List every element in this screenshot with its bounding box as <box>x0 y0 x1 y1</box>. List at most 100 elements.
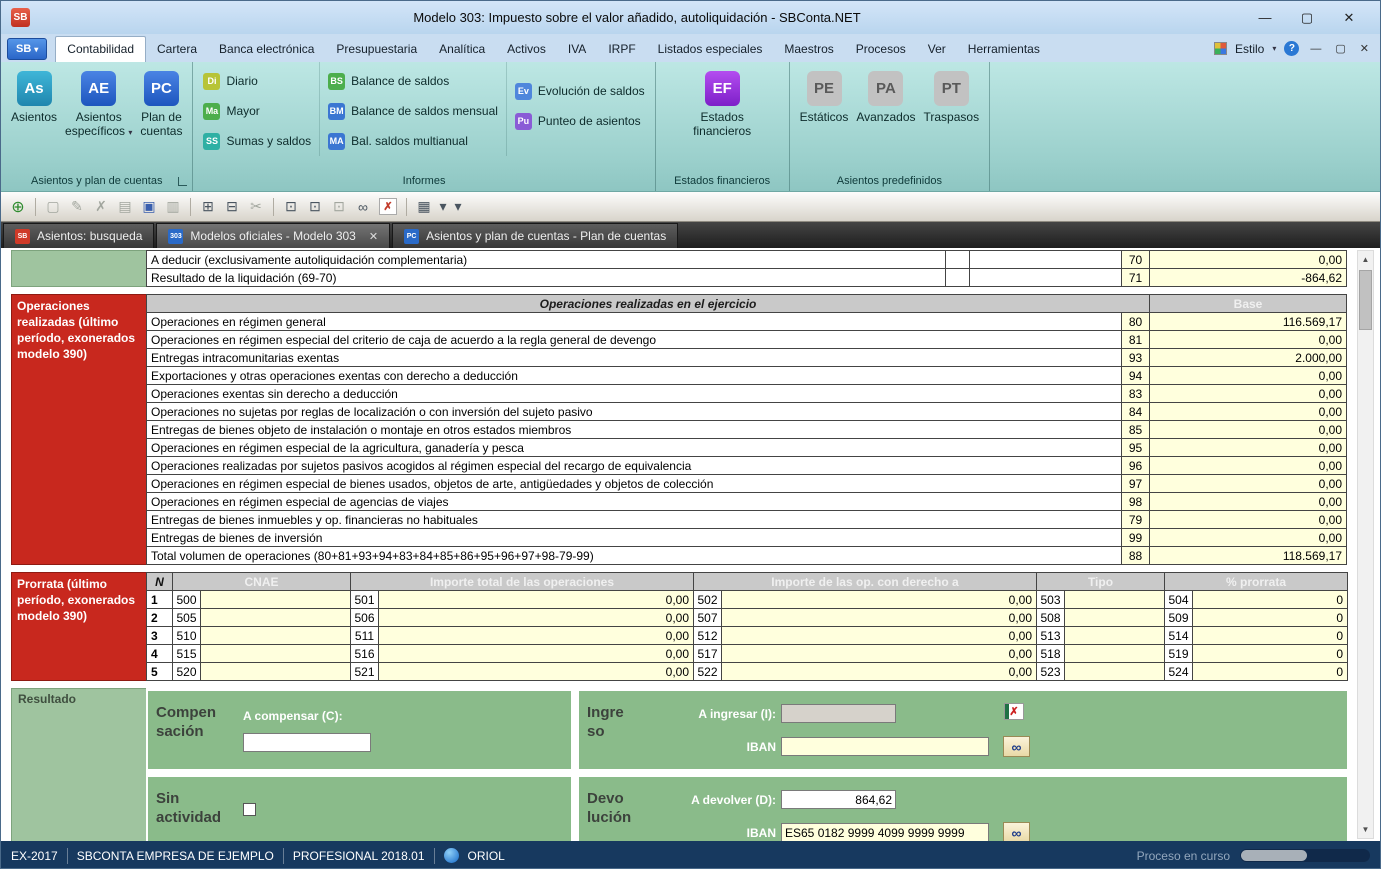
mdi-restore-button[interactable]: ▢ <box>1332 42 1348 55</box>
ribbon-button-estaticos[interactable]: PE Estáticos <box>796 66 853 124</box>
save-icon[interactable]: ▣ <box>138 196 160 218</box>
tipo-input[interactable] <box>1065 645 1165 663</box>
box-value[interactable]: -864,62 <box>1150 269 1347 287</box>
menu-tab-herramientas[interactable]: Herramientas <box>957 37 1051 62</box>
ribbon-button-evolucion-de-saldos[interactable]: Ev Evolución de saldos <box>507 76 653 106</box>
iban-input[interactable] <box>781 823 989 841</box>
box-value[interactable]: 0,00 <box>1150 331 1347 349</box>
importe-total-input[interactable]: 0,00 <box>379 645 694 663</box>
edit-record-icon[interactable]: ✎ <box>66 196 88 218</box>
document-icon[interactable]: ▥ <box>162 196 184 218</box>
search-binoculars-icon[interactable]: ∞ <box>1003 736 1030 757</box>
menu-tab-banca-electronica[interactable]: Banca electrónica <box>208 37 325 62</box>
menu-tab-iva[interactable]: IVA <box>557 37 597 62</box>
box-value[interactable]: 0,00 <box>1150 251 1347 269</box>
tipo-input[interactable] <box>1065 609 1165 627</box>
ribbon-button-punteo-de-asientos[interactable]: Pu Punteo de asientos <box>507 106 653 136</box>
layout-grid-icon[interactable]: ▦ <box>413 196 435 218</box>
app-menu-button[interactable]: SB ▾ <box>7 38 47 60</box>
a-devolver-input[interactable] <box>781 790 896 809</box>
window-close-button[interactable]: ✕ <box>1328 10 1370 26</box>
ribbon-button-diario[interactable]: Di Diario <box>195 66 319 96</box>
print-icon[interactable]: ⊡ <box>280 196 302 218</box>
menu-tab-listados-especiales[interactable]: Listados especiales <box>647 37 774 62</box>
cnae-input[interactable] <box>201 627 351 645</box>
scrollbar-thumb[interactable] <box>1359 270 1372 330</box>
box-value[interactable]: 0,00 <box>1150 385 1347 403</box>
box-value[interactable]: 116.569,17 <box>1150 313 1347 331</box>
style-button[interactable]: Estilo <box>1235 42 1264 56</box>
grid-dropdown-icon[interactable]: ▾ <box>437 196 449 218</box>
box-value[interactable]: 0,00 <box>1150 511 1347 529</box>
importe-derecho-input[interactable]: 0,00 <box>722 663 1037 681</box>
ribbon-button-asientos[interactable]: As Asientos <box>7 66 61 124</box>
importe-total-input[interactable]: 0,00 <box>379 609 694 627</box>
doc-tab-modelo-303[interactable]: 303 Modelos oficiales - Modelo 303 ✕ <box>156 223 390 248</box>
importe-derecho-input[interactable]: 0,00 <box>722 591 1037 609</box>
search-binoculars-icon[interactable]: ∞ <box>1003 822 1030 841</box>
ribbon-button-avanzados[interactable]: PA Avanzados <box>852 66 919 124</box>
menu-tab-ver[interactable]: Ver <box>917 37 957 62</box>
copy-icon[interactable]: ⊞ <box>197 196 219 218</box>
tipo-input[interactable] <box>1065 591 1165 609</box>
new-record-icon[interactable]: ▢ <box>42 196 64 218</box>
importe-total-input[interactable]: 0,00 <box>379 591 694 609</box>
help-icon[interactable]: ? <box>1284 41 1299 56</box>
excel-icon[interactable]: ✗ <box>1004 703 1024 720</box>
cnae-input[interactable] <box>201 609 351 627</box>
cnae-input[interactable] <box>201 663 351 681</box>
vertical-scrollbar[interactable]: ▲ ▼ <box>1357 250 1374 839</box>
dialog-launcher-icon[interactable] <box>178 177 187 186</box>
prorrata-input[interactable]: 0 <box>1193 609 1348 627</box>
ribbon-button-plan-de-cuentas[interactable]: PC Plan de cuentas <box>136 66 186 138</box>
menu-tab-cartera[interactable]: Cartera <box>146 37 208 62</box>
window-minimize-button[interactable]: — <box>1244 10 1286 26</box>
delete-record-icon[interactable]: ✗ <box>90 196 112 218</box>
card-view-icon[interactable]: ▤ <box>114 196 136 218</box>
scroll-up-icon[interactable]: ▲ <box>1358 251 1373 268</box>
menu-tab-maestros[interactable]: Maestros <box>773 37 844 62</box>
mdi-close-button[interactable]: ✕ <box>1357 42 1372 55</box>
close-icon[interactable]: ✕ <box>369 230 378 243</box>
box-value[interactable]: 0,00 <box>1150 475 1347 493</box>
box-value[interactable]: 0,00 <box>1150 493 1347 511</box>
scroll-down-icon[interactable]: ▼ <box>1358 821 1373 838</box>
prorrata-input[interactable]: 0 <box>1193 663 1348 681</box>
cut-icon[interactable]: ✂ <box>245 196 267 218</box>
search-binoculars-icon[interactable]: ∞ <box>352 196 374 218</box>
menu-tab-activos[interactable]: Activos <box>496 37 557 62</box>
add-icon[interactable]: ⊕ <box>7 196 29 218</box>
chevron-down-icon[interactable]: ▾ <box>1272 44 1276 53</box>
menu-tab-presupuestaria[interactable]: Presupuestaria <box>325 37 428 62</box>
prorrata-input[interactable]: 0 <box>1193 591 1348 609</box>
cnae-input[interactable] <box>201 591 351 609</box>
print-settings-icon[interactable]: ⊡ <box>304 196 326 218</box>
ribbon-button-traspasos[interactable]: PT Traspasos <box>920 66 984 124</box>
window-maximize-button[interactable]: ▢ <box>1286 10 1328 26</box>
prorrata-input[interactable]: 0 <box>1193 645 1348 663</box>
menu-tab-contabilidad[interactable]: Contabilidad <box>55 36 146 62</box>
a-ingresar-input[interactable] <box>781 704 896 723</box>
prorrata-input[interactable]: 0 <box>1193 627 1348 645</box>
importe-total-input[interactable]: 0,00 <box>379 627 694 645</box>
print-preview-icon[interactable]: ⊡ <box>328 196 350 218</box>
importe-derecho-input[interactable]: 0,00 <box>722 645 1037 663</box>
menu-tab-irpf[interactable]: IRPF <box>597 37 646 62</box>
tipo-input[interactable] <box>1065 627 1165 645</box>
box-value[interactable]: 0,00 <box>1150 421 1347 439</box>
box-value[interactable]: 0,00 <box>1150 367 1347 385</box>
a-compensar-input[interactable] <box>243 733 371 752</box>
ribbon-button-balance-multianual[interactable]: MA Bal. saldos multianual <box>320 126 506 156</box>
importe-derecho-input[interactable]: 0,00 <box>722 609 1037 627</box>
sin-actividad-checkbox[interactable] <box>243 803 256 816</box>
ribbon-button-balance-de-saldos[interactable]: BS Balance de saldos <box>320 66 506 96</box>
tipo-input[interactable] <box>1065 663 1165 681</box>
ribbon-button-asientos-especificos[interactable]: AE Asientos específicos ▾ <box>61 66 136 140</box>
options-dropdown-icon[interactable]: ▾ <box>451 196 465 218</box>
box-value[interactable]: 118.569,17 <box>1150 547 1347 565</box>
box-value[interactable]: 0,00 <box>1150 529 1347 547</box>
box-value[interactable]: 0,00 <box>1150 457 1347 475</box>
ribbon-button-sumas-y-saldos[interactable]: SS Sumas y saldos <box>195 126 319 156</box>
doc-tab-plan-de-cuentas[interactable]: PC Asientos y plan de cuentas - Plan de … <box>392 223 678 248</box>
importe-derecho-input[interactable]: 0,00 <box>722 627 1037 645</box>
